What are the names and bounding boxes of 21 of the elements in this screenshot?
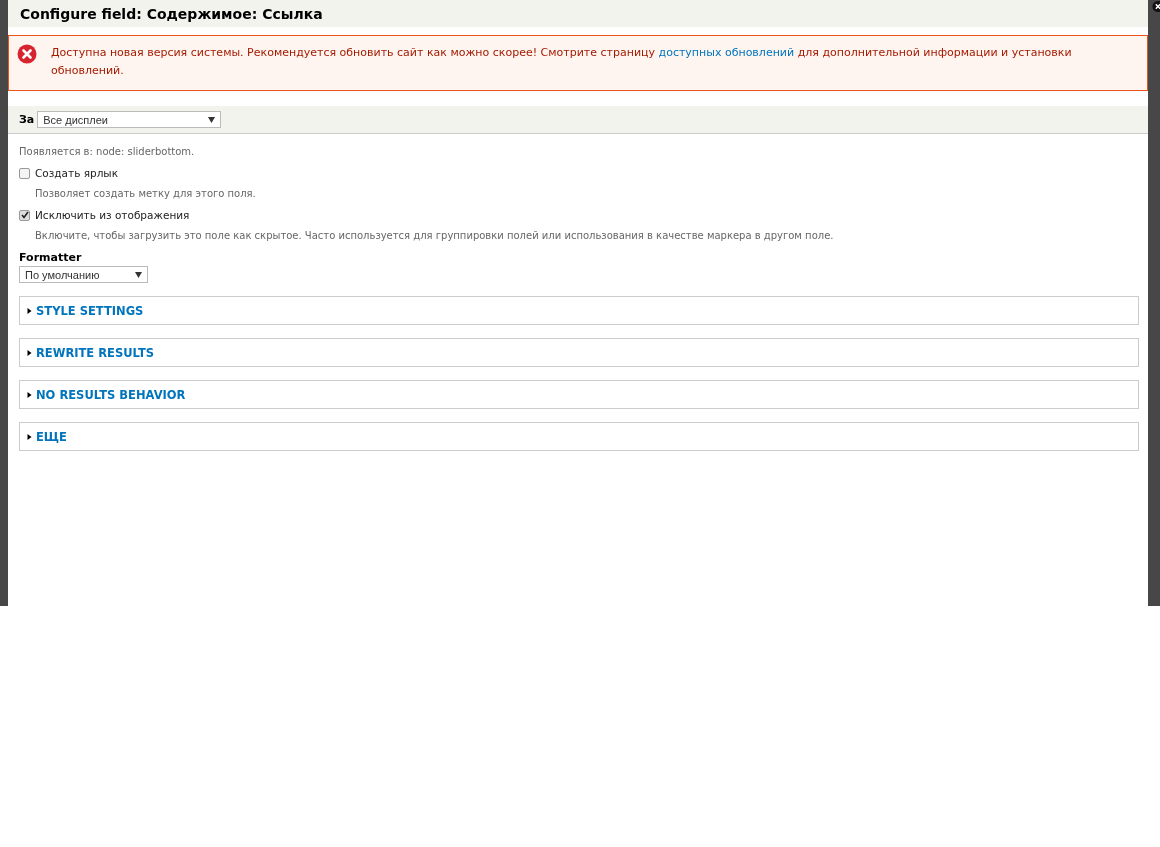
checkbox[interactable] — [19, 209, 30, 221]
dialog-title: Configure field: Содержимое: Ссылка — [20, 5, 323, 22]
checkbox-label: Создать ярлык — [35, 167, 118, 179]
checkbox-description: Позволяет создать метку для этого поля. — [35, 188, 257, 199]
error-icon — [17, 44, 37, 64]
fieldset-toggle[interactable]: STYLE SETTINGS — [36, 303, 144, 318]
checkbox[interactable] — [19, 167, 30, 179]
fieldset-toggle[interactable]: NO RESULTS BEHAVIOR — [36, 387, 186, 402]
fieldset-toggle[interactable]: REWRITE RESULTS — [36, 345, 155, 360]
update-message-text: Доступна новая версия системы. Рекомендуется обновить сайт как можно скорее! Смотрите страницу доступных обновлений для дополнительной информации и установки обновлений. — [51, 45, 1073, 79]
formatter-select[interactable]: По умолчанию — [19, 266, 148, 283]
display-select[interactable]: Все дисплеи — [37, 111, 222, 128]
fieldset-toggle[interactable]: ЕЩЕ — [36, 429, 67, 444]
caret-icon — [135, 271, 142, 278]
checkbox-label: Исключить из отображения — [35, 209, 190, 221]
display-label: За — [19, 113, 35, 126]
appears-in-text: Появляется в: node: sliderbottom. — [19, 146, 196, 157]
caret-icon — [208, 116, 216, 123]
checkbox-description: Включите, чтобы загрузить это поле как скрытое. Часто используется для группировки полей или использования в качестве маркера в другом поле. — [35, 230, 835, 241]
formatter-label: Formatter — [19, 251, 83, 264]
updates-link[interactable]: доступных обновлений — [658, 46, 795, 59]
